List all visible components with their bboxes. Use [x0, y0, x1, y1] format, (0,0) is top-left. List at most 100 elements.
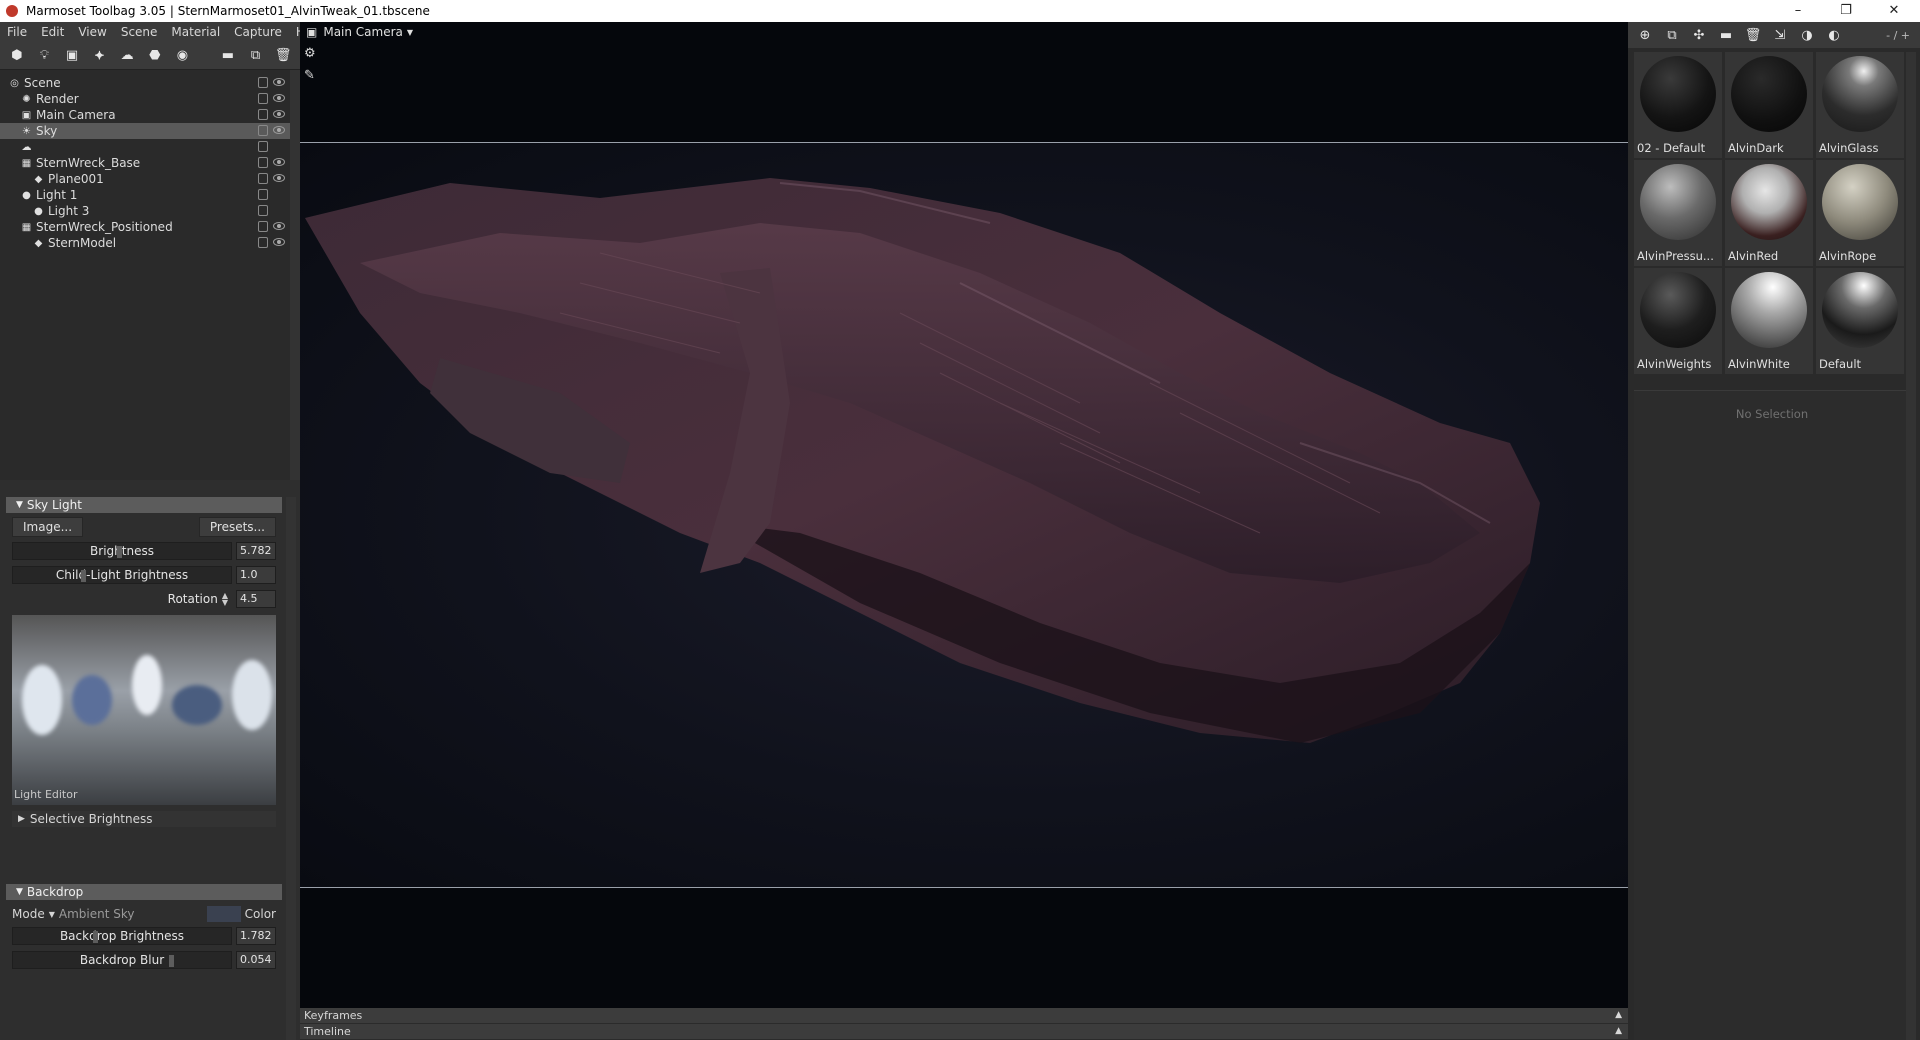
backdrop-blur-slider[interactable]: Backdrop Blur	[12, 951, 232, 969]
child-light-brightness-slider[interactable]: Child-Light Brightness	[12, 566, 232, 584]
tree-item[interactable]: ◆ SternModel	[0, 235, 290, 251]
material-thumbnail[interactable]: 02 - Default	[1634, 52, 1722, 158]
child-light-brightness-value[interactable]: 1.0	[236, 566, 276, 584]
material-thumbnail[interactable]: Default	[1816, 268, 1904, 374]
camera-select[interactable]: Main Camera	[323, 25, 403, 39]
menu-material[interactable]: Material	[164, 25, 227, 39]
brightness-slider[interactable]: Brightness	[12, 542, 232, 560]
rotation-value[interactable]: 4.5	[236, 590, 276, 608]
backdrop-blur-value[interactable]: 0.054	[236, 951, 276, 969]
slider-knob[interactable]	[93, 931, 98, 943]
tree-item[interactable]: ▦ SternWreck_Base	[0, 155, 290, 171]
folder-icon[interactable]: ▬	[1715, 25, 1737, 45]
assign-icon[interactable]: ⇲	[1769, 25, 1791, 45]
tree-item[interactable]: ▦ SternWreck_Positioned	[0, 219, 290, 235]
menu-file[interactable]: File	[0, 25, 34, 39]
sky-image-button[interactable]: Image...	[12, 517, 84, 537]
dropdown-arrow-icon[interactable]: ▼	[407, 28, 413, 37]
visibility-eye-icon[interactable]	[273, 94, 285, 102]
material-thumbnail[interactable]: AlvinDark	[1725, 52, 1813, 158]
sky-icon[interactable]: ☁	[116, 46, 138, 66]
3d-viewport[interactable]: ▣ Main Camera ▼ ⚙ ✎	[300, 22, 1628, 1008]
close-button[interactable]: ✕	[1872, 0, 1916, 22]
lock-icon[interactable]	[258, 93, 268, 104]
sky-panorama-preview[interactable]: Light Editor	[12, 615, 276, 805]
sky-light-header[interactable]: ▼ Sky Light	[6, 497, 282, 513]
fog-icon[interactable]: ◉	[172, 46, 194, 66]
expand-arrow-icon[interactable]: ▲	[1615, 1008, 1622, 1023]
gear-icon[interactable]: ⚙	[304, 46, 320, 62]
menu-capture[interactable]: Capture	[227, 25, 289, 39]
backdrop-header[interactable]: ▼ Backdrop	[6, 884, 282, 900]
lock-icon[interactable]	[258, 77, 268, 88]
lock-icon[interactable]	[258, 109, 268, 120]
tree-item[interactable]: ☁	[0, 139, 290, 155]
dropdown-arrow-icon[interactable]: ▼	[49, 910, 55, 919]
lock-icon[interactable]	[258, 173, 268, 184]
shadow-catcher-icon[interactable]: ⯌	[89, 46, 111, 66]
light-icon[interactable]: 💡︎	[34, 46, 56, 66]
lock-icon[interactable]	[258, 237, 268, 248]
timeline-bar[interactable]: Timeline ▲	[300, 1024, 1628, 1039]
delete-icon[interactable]: 🗑︎	[272, 46, 294, 66]
material-thumbnail[interactable]: AlvinGlass	[1816, 52, 1904, 158]
backdrop-brightness-value[interactable]: 1.782	[236, 927, 276, 945]
turntable-icon[interactable]: ⬣	[144, 46, 166, 66]
menu-edit[interactable]: Edit	[34, 25, 71, 39]
tree-item[interactable]: ● Light 3	[0, 203, 290, 219]
slider-knob[interactable]	[117, 546, 122, 558]
lock-icon[interactable]	[258, 125, 268, 136]
object-icon[interactable]: ⬢	[6, 46, 28, 66]
material-thumbnail[interactable]: AlvinPressu...	[1634, 160, 1722, 266]
visibility-eye-icon[interactable]	[273, 110, 285, 118]
tree-item[interactable]: ☀ Sky	[0, 123, 290, 139]
material-thumbnail[interactable]: AlvinRed	[1725, 160, 1813, 266]
material-thumbnail[interactable]: AlvinWeights	[1634, 268, 1722, 374]
expand-arrow-icon[interactable]: ▲	[1615, 1024, 1622, 1039]
sky-presets-button[interactable]: Presets...	[198, 517, 276, 537]
tree-item[interactable]: ● Light 1	[0, 187, 290, 203]
mode-select[interactable]: Ambient Sky	[59, 907, 135, 921]
lock-icon[interactable]	[258, 141, 268, 152]
slider-knob[interactable]	[81, 570, 86, 582]
backdrop-color-swatch[interactable]	[206, 906, 241, 922]
visibility-eye-icon[interactable]	[273, 78, 285, 86]
visibility-eye-icon[interactable]	[273, 174, 285, 182]
rotation-spinner-icon[interactable]: ▲ ▼	[222, 592, 228, 607]
brightness-value[interactable]: 5.782	[236, 542, 276, 560]
visibility-eye-icon[interactable]	[273, 222, 285, 230]
material-thumbnail[interactable]: AlvinWhite	[1725, 268, 1813, 374]
backdrop-brightness-slider[interactable]: Backdrop Brightness	[12, 927, 232, 945]
visibility-eye-icon[interactable]	[273, 126, 285, 134]
lock-icon[interactable]	[258, 189, 268, 200]
tree-item[interactable]: ▣ Main Camera	[0, 107, 290, 123]
menu-view[interactable]: View	[71, 25, 113, 39]
pick-material-icon[interactable]: ✣	[1688, 25, 1710, 45]
check-icon[interactable]: ◑	[1796, 25, 1818, 45]
folder-icon[interactable]: ▬	[217, 46, 239, 66]
add-material-icon[interactable]: ⊕	[1634, 25, 1656, 45]
tree-item[interactable]: ◆ Plane001	[0, 171, 290, 187]
keyframes-bar[interactable]: Keyframes ▲	[300, 1008, 1628, 1023]
tree-item[interactable]: ◎ Scene	[0, 75, 290, 91]
lock-icon[interactable]	[258, 221, 268, 232]
lock-icon[interactable]	[258, 157, 268, 168]
visibility-eye-icon[interactable]	[273, 158, 285, 166]
tree-item[interactable]: ✺ Render	[0, 91, 290, 107]
material-page-control[interactable]: - / +	[1886, 29, 1910, 42]
camera-icon[interactable]: ▣	[61, 46, 83, 66]
delete-icon[interactable]: 🗑︎	[1742, 25, 1764, 45]
duplicate-material-icon[interactable]: ⧉	[1661, 25, 1683, 45]
menu-scene[interactable]: Scene	[114, 25, 165, 39]
restore-button[interactable]: ❐	[1824, 0, 1868, 22]
properties-scrollbar[interactable]	[286, 497, 296, 1040]
material-thumbnail[interactable]: AlvinRope	[1816, 160, 1904, 266]
material-properties-scrollbar[interactable]	[1906, 390, 1916, 1040]
duplicate-icon[interactable]: ⧉	[245, 46, 267, 66]
scene-tree-scrollbar[interactable]	[290, 70, 300, 480]
selective-brightness-header[interactable]: ▶ Selective Brightness	[12, 811, 276, 827]
visibility-eye-icon[interactable]	[273, 238, 285, 246]
slider-knob[interactable]	[169, 955, 174, 967]
lock-icon[interactable]	[258, 205, 268, 216]
brush-icon[interactable]: ✎	[304, 68, 320, 84]
